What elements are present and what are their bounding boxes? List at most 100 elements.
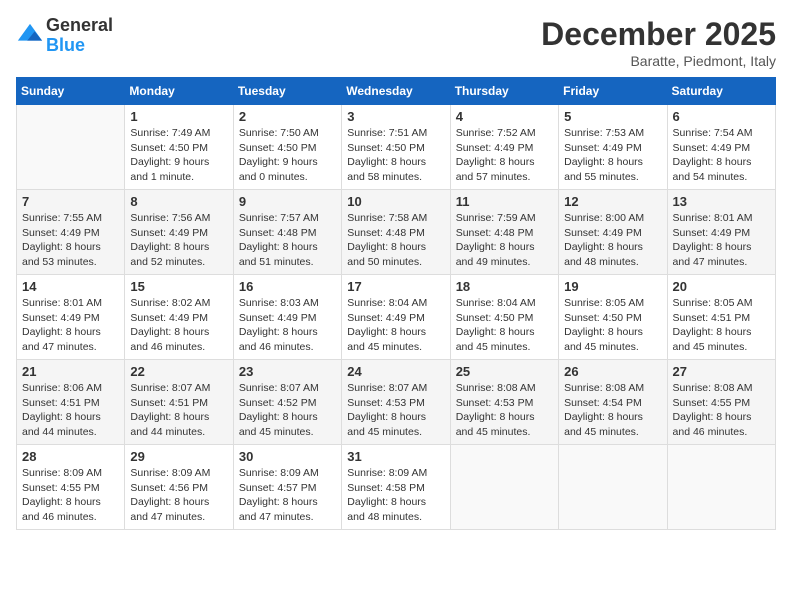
day-info: Sunrise: 8:07 AMSunset: 4:53 PMDaylight:… <box>347 381 444 440</box>
calendar-cell: 4 Sunrise: 7:52 AMSunset: 4:49 PMDaylight… <box>450 105 558 190</box>
header-tuesday: Tuesday <box>233 78 341 105</box>
day-info: Sunrise: 7:55 AMSunset: 4:49 PMDaylight:… <box>22 211 119 270</box>
calendar-cell: 6 Sunrise: 7:54 AMSunset: 4:49 PMDaylight… <box>667 105 775 190</box>
header-wednesday: Wednesday <box>342 78 450 105</box>
day-info: Sunrise: 8:01 AMSunset: 4:49 PMDaylight:… <box>673 211 770 270</box>
day-number: 25 <box>456 364 553 379</box>
calendar-cell: 7 Sunrise: 7:55 AMSunset: 4:49 PMDaylight… <box>17 190 125 275</box>
day-info: Sunrise: 8:08 AMSunset: 4:54 PMDaylight:… <box>564 381 661 440</box>
header-monday: Monday <box>125 78 233 105</box>
week-row-4: 21 Sunrise: 8:06 AMSunset: 4:51 PMDayligh… <box>17 360 776 445</box>
day-number: 1 <box>130 109 227 124</box>
day-number: 30 <box>239 449 336 464</box>
day-info: Sunrise: 8:03 AMSunset: 4:49 PMDaylight:… <box>239 296 336 355</box>
day-number: 11 <box>456 194 553 209</box>
day-info: Sunrise: 7:50 AMSunset: 4:50 PMDaylight:… <box>239 126 336 185</box>
day-info: Sunrise: 8:04 AMSunset: 4:50 PMDaylight:… <box>456 296 553 355</box>
logo: General Blue <box>16 16 113 56</box>
calendar-cell: 22Sunrise: 8:07 AMSunset: 4:51 PMDayligh… <box>125 360 233 445</box>
calendar-header-row: SundayMondayTuesdayWednesdayThursdayFrid… <box>17 78 776 105</box>
day-number: 2 <box>239 109 336 124</box>
header-saturday: Saturday <box>667 78 775 105</box>
week-row-2: 7 Sunrise: 7:55 AMSunset: 4:49 PMDaylight… <box>17 190 776 275</box>
logo-general-text: General <box>46 16 113 36</box>
calendar-cell: 18Sunrise: 8:04 AMSunset: 4:50 PMDayligh… <box>450 275 558 360</box>
day-number: 21 <box>22 364 119 379</box>
day-info: Sunrise: 7:51 AMSunset: 4:50 PMDaylight:… <box>347 126 444 185</box>
day-number: 17 <box>347 279 444 294</box>
day-number: 20 <box>673 279 770 294</box>
calendar-cell <box>667 445 775 530</box>
calendar-cell: 14 Sunrise: 8:01 AMSunset: 4:49 PMDayligh… <box>17 275 125 360</box>
day-info: Sunrise: 7:53 AMSunset: 4:49 PMDaylight:… <box>564 126 661 185</box>
day-number: 8 <box>130 194 227 209</box>
day-info: Sunrise: 8:09 AMSunset: 4:58 PMDaylight:… <box>347 466 444 525</box>
day-info: Sunrise: 8:07 AMSunset: 4:52 PMDaylight:… <box>239 381 336 440</box>
calendar-cell: 20 Sunrise: 8:05 AMSunset: 4:51 PMDayligh… <box>667 275 775 360</box>
logo-blue-text: Blue <box>46 36 113 56</box>
day-info: Sunrise: 7:52 AMSunset: 4:49 PMDaylight:… <box>456 126 553 185</box>
day-number: 15 <box>130 279 227 294</box>
day-info: Sunrise: 7:49 AMSunset: 4:50 PMDaylight:… <box>130 126 227 185</box>
calendar-cell: 13Sunrise: 8:01 AMSunset: 4:49 PMDayligh… <box>667 190 775 275</box>
day-info: Sunrise: 7:54 AMSunset: 4:49 PMDaylight:… <box>673 126 770 185</box>
calendar-cell: 16 Sunrise: 8:03 AMSunset: 4:49 PMDayligh… <box>233 275 341 360</box>
calendar-cell: 10Sunrise: 7:58 AMSunset: 4:48 PMDayligh… <box>342 190 450 275</box>
calendar-cell: 17Sunrise: 8:04 AMSunset: 4:49 PMDayligh… <box>342 275 450 360</box>
day-number: 31 <box>347 449 444 464</box>
day-number: 29 <box>130 449 227 464</box>
week-row-5: 28 Sunrise: 8:09 AMSunset: 4:55 PMDayligh… <box>17 445 776 530</box>
day-number: 28 <box>22 449 119 464</box>
day-info: Sunrise: 8:09 AMSunset: 4:56 PMDaylight:… <box>130 466 227 525</box>
day-info: Sunrise: 8:05 AMSunset: 4:50 PMDaylight:… <box>564 296 661 355</box>
day-number: 6 <box>673 109 770 124</box>
calendar-cell: 5 Sunrise: 7:53 AMSunset: 4:49 PMDaylight… <box>559 105 667 190</box>
week-row-1: 1 Sunrise: 7:49 AMSunset: 4:50 PMDaylight… <box>17 105 776 190</box>
day-info: Sunrise: 8:05 AMSunset: 4:51 PMDaylight:… <box>673 296 770 355</box>
calendar-cell <box>450 445 558 530</box>
calendar-cell: 12Sunrise: 8:00 AMSunset: 4:49 PMDayligh… <box>559 190 667 275</box>
calendar-cell: 27 Sunrise: 8:08 AMSunset: 4:55 PMDayligh… <box>667 360 775 445</box>
header-sunday: Sunday <box>17 78 125 105</box>
month-year-title: December 2025 <box>541 16 776 53</box>
day-number: 7 <box>22 194 119 209</box>
day-number: 3 <box>347 109 444 124</box>
day-number: 19 <box>564 279 661 294</box>
calendar-cell: 29 Sunrise: 8:09 AMSunset: 4:56 PMDayligh… <box>125 445 233 530</box>
header-friday: Friday <box>559 78 667 105</box>
day-info: Sunrise: 8:08 AMSunset: 4:53 PMDaylight:… <box>456 381 553 440</box>
day-number: 26 <box>564 364 661 379</box>
day-info: Sunrise: 8:08 AMSunset: 4:55 PMDaylight:… <box>673 381 770 440</box>
calendar-cell: 31 Sunrise: 8:09 AMSunset: 4:58 PMDayligh… <box>342 445 450 530</box>
calendar-cell: 9Sunrise: 7:57 AMSunset: 4:48 PMDaylight… <box>233 190 341 275</box>
calendar-cell: 2 Sunrise: 7:50 AMSunset: 4:50 PMDaylight… <box>233 105 341 190</box>
day-number: 4 <box>456 109 553 124</box>
calendar-cell: 3 Sunrise: 7:51 AMSunset: 4:50 PMDaylight… <box>342 105 450 190</box>
calendar-cell: 1 Sunrise: 7:49 AMSunset: 4:50 PMDaylight… <box>125 105 233 190</box>
calendar-cell: 11Sunrise: 7:59 AMSunset: 4:48 PMDayligh… <box>450 190 558 275</box>
day-number: 14 <box>22 279 119 294</box>
day-number: 5 <box>564 109 661 124</box>
week-row-3: 14 Sunrise: 8:01 AMSunset: 4:49 PMDayligh… <box>17 275 776 360</box>
calendar-cell: 25 Sunrise: 8:08 AMSunset: 4:53 PMDayligh… <box>450 360 558 445</box>
day-info: Sunrise: 8:07 AMSunset: 4:51 PMDaylight:… <box>130 381 227 440</box>
day-number: 16 <box>239 279 336 294</box>
page-header: General Blue December 2025 Baratte, Pied… <box>16 16 776 69</box>
day-number: 27 <box>673 364 770 379</box>
day-number: 9 <box>239 194 336 209</box>
title-block: December 2025 Baratte, Piedmont, Italy <box>541 16 776 69</box>
header-thursday: Thursday <box>450 78 558 105</box>
calendar-table: SundayMondayTuesdayWednesdayThursdayFrid… <box>16 77 776 530</box>
calendar-cell <box>559 445 667 530</box>
day-number: 24 <box>347 364 444 379</box>
calendar-cell: 8Sunrise: 7:56 AMSunset: 4:49 PMDaylight… <box>125 190 233 275</box>
calendar-cell: 21 Sunrise: 8:06 AMSunset: 4:51 PMDayligh… <box>17 360 125 445</box>
calendar-cell: 23Sunrise: 8:07 AMSunset: 4:52 PMDayligh… <box>233 360 341 445</box>
day-info: Sunrise: 8:09 AMSunset: 4:55 PMDaylight:… <box>22 466 119 525</box>
calendar-cell: 28 Sunrise: 8:09 AMSunset: 4:55 PMDayligh… <box>17 445 125 530</box>
calendar-cell: 15Sunrise: 8:02 AMSunset: 4:49 PMDayligh… <box>125 275 233 360</box>
calendar-cell: 19 Sunrise: 8:05 AMSunset: 4:50 PMDayligh… <box>559 275 667 360</box>
day-info: Sunrise: 8:06 AMSunset: 4:51 PMDaylight:… <box>22 381 119 440</box>
calendar-cell: 30Sunrise: 8:09 AMSunset: 4:57 PMDayligh… <box>233 445 341 530</box>
day-info: Sunrise: 8:01 AMSunset: 4:49 PMDaylight:… <box>22 296 119 355</box>
